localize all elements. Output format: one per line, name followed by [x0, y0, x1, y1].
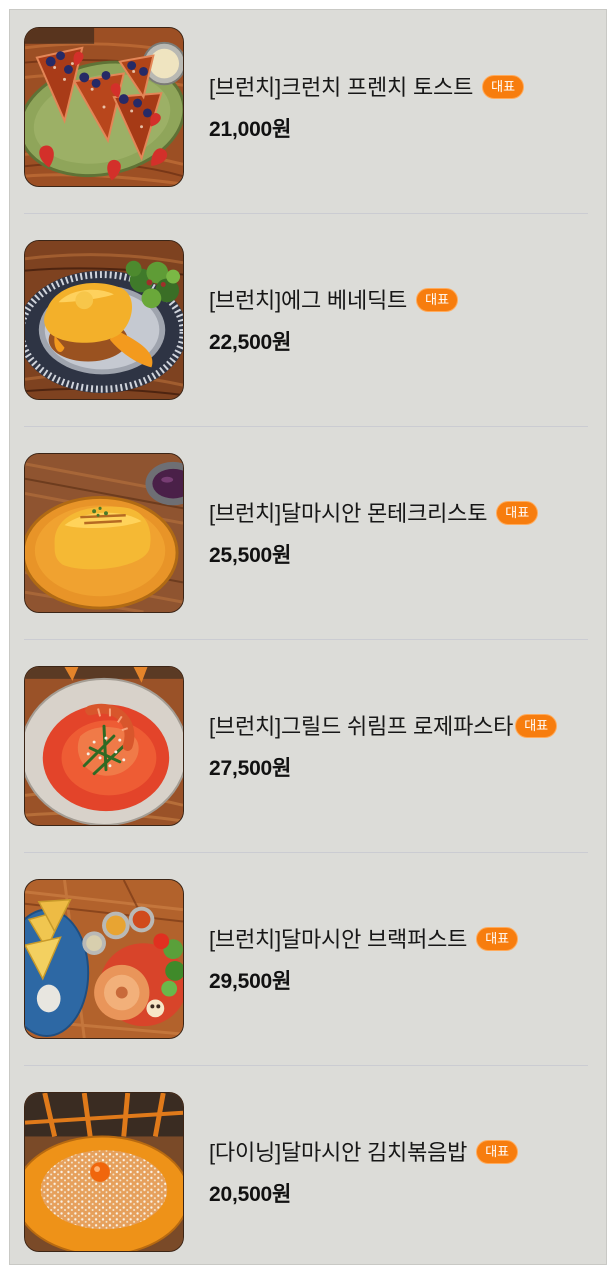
menu-item-title-line: [브런치]그릴드 쉬림프 로제파스타 대표: [209, 710, 599, 744]
menu-list: [브런치]크런치 프렌치 토스트 대표 21,000원 [브런치]에그 베네딕트…: [9, 9, 607, 1265]
menu-item-title-line: [다이닝]달마시안 김치볶음밥 대표: [209, 1136, 599, 1170]
menu-item-info: [다이닝]달마시안 김치볶음밥 대표 20,500원: [209, 1136, 599, 1208]
eggs-benedict-photo: [24, 240, 184, 400]
french-toast-photo: [24, 27, 184, 187]
menu-item-info: [브런치]에그 베네딕트 대표 22,500원: [209, 284, 599, 356]
menu-item[interactable]: [브런치]크런치 프렌치 토스트 대표 21,000원: [24, 10, 588, 213]
menu-item[interactable]: [브런치]그릴드 쉬림프 로제파스타 대표 27,500원: [24, 639, 588, 852]
signature-badge: 대표: [476, 927, 519, 952]
signature-badge: 대표: [496, 501, 539, 526]
menu-item-title-line: [브런치]달마시안 몬테크리스토 대표: [209, 497, 599, 531]
menu-item-title-line: [브런치]크런치 프렌치 토스트 대표: [209, 71, 599, 105]
menu-item-price: 21,000원: [209, 118, 292, 141]
menu-item[interactable]: [다이닝]달마시안 김치볶음밥 대표 20,500원: [24, 1065, 588, 1264]
menu-item-name: [브런치]그릴드 쉬림프 로제파스타: [209, 714, 514, 739]
menu-item-name: [브런치]에그 베네딕트: [209, 288, 408, 313]
menu-item-name: [브런치]달마시안 브랙퍼스트: [209, 927, 468, 952]
menu-item-info: [브런치]그릴드 쉬림프 로제파스타 대표 27,500원: [209, 710, 599, 782]
menu-item-price: 25,500원: [209, 544, 292, 567]
shrimp-rose-pasta-photo: [24, 666, 184, 826]
menu-item-name: [다이닝]달마시안 김치볶음밥: [209, 1140, 468, 1165]
signature-badge: 대표: [515, 714, 558, 739]
menu-item-info: [브런치]달마시안 브랙퍼스트 대표 29,500원: [209, 923, 599, 995]
menu-item-info: [브런치]달마시안 몬테크리스토 대표 25,500원: [209, 497, 599, 569]
menu-item-price: 27,500원: [209, 757, 292, 780]
menu-item-name: [브런치]크런치 프렌치 토스트: [209, 75, 474, 100]
menu-item[interactable]: [브런치]에그 베네딕트 대표 22,500원: [24, 213, 588, 426]
menu-item-title-line: [브런치]에그 베네딕트 대표: [209, 284, 599, 318]
menu-item-price: 22,500원: [209, 331, 292, 354]
dalmatian-breakfast-photo: [24, 879, 184, 1039]
menu-item-title-line: [브런치]달마시안 브랙퍼스트 대표: [209, 923, 599, 957]
kimchi-fried-rice-photo: [24, 1092, 184, 1252]
menu-item-info: [브런치]크런치 프렌치 토스트 대표 21,000원: [209, 71, 599, 143]
signature-badge: 대표: [416, 288, 459, 313]
menu-item[interactable]: [브런치]달마시안 몬테크리스토 대표 25,500원: [24, 426, 588, 639]
menu-item-name: [브런치]달마시안 몬테크리스토: [209, 501, 488, 526]
signature-badge: 대표: [482, 75, 525, 100]
menu-item-price: 20,500원: [209, 1183, 292, 1206]
signature-badge: 대표: [476, 1140, 519, 1165]
menu-item[interactable]: [브런치]달마시안 브랙퍼스트 대표 29,500원: [24, 852, 588, 1065]
monte-cristo-photo: [24, 453, 184, 613]
menu-item-price: 29,500원: [209, 970, 292, 993]
